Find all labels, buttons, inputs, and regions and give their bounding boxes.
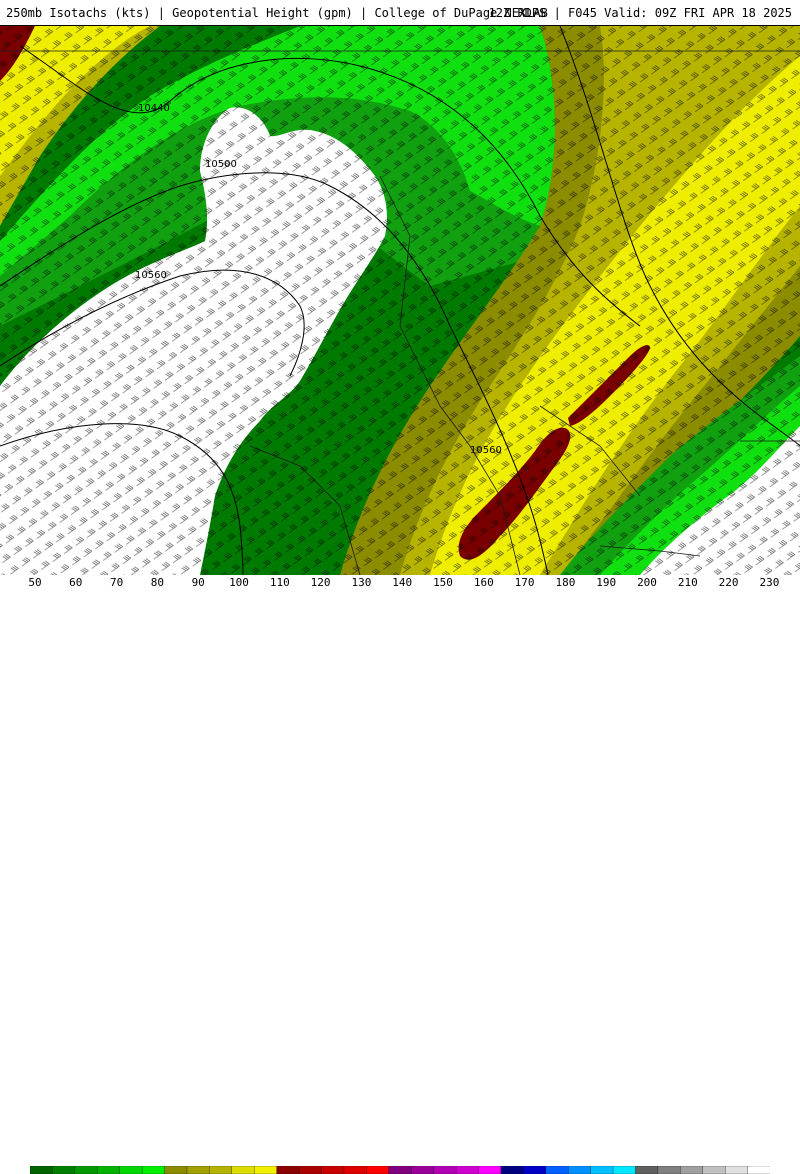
colorbar-swatch bbox=[747, 1166, 770, 1174]
colorbar-legend: 50 60 70 80 90 100 110 120 130 140 150 160 170 180 190… bbox=[0, 575, 800, 1174]
map-header: 250mb Isotachs (kts) | Geopotential Heig… bbox=[0, 0, 800, 26]
colorbar-swatch bbox=[680, 1166, 704, 1174]
contour-label: 10560 bbox=[470, 445, 502, 456]
colorbar-swatch bbox=[52, 1166, 76, 1174]
colorbar-tick-label: 100 bbox=[229, 576, 249, 589]
colorbar-tick-label: 110 bbox=[269, 576, 290, 589]
colorbar-swatch bbox=[186, 1166, 210, 1174]
colorbar-swatch bbox=[612, 1166, 636, 1174]
colorbar-tick-label: 230 bbox=[759, 576, 780, 589]
colorbar-swatch bbox=[254, 1166, 278, 1174]
wind-speed-map: 10440 10500 10560 10560 bbox=[0, 26, 800, 575]
colorbar-tick-label: 210 bbox=[677, 576, 698, 589]
colorbar-swatch bbox=[276, 1166, 300, 1174]
colorbar-swatch bbox=[119, 1166, 143, 1174]
colorbar-swatch bbox=[141, 1166, 165, 1174]
colorbar-swatch bbox=[568, 1166, 592, 1174]
colorbar-swatch bbox=[366, 1166, 390, 1174]
colorbar-tick-label: 90 bbox=[191, 576, 205, 589]
colorbar-swatch bbox=[455, 1166, 479, 1174]
colorbar-tick-label: 180 bbox=[555, 576, 576, 589]
colorbar-swatch bbox=[433, 1166, 457, 1174]
colorbar-swatch bbox=[231, 1166, 255, 1174]
colorbar-swatch bbox=[725, 1166, 749, 1174]
colorbar-tick-label: 190 bbox=[596, 576, 617, 589]
colorbar-tick-label: 220 bbox=[718, 576, 739, 589]
colorbar-swatch bbox=[635, 1166, 659, 1174]
colorbar-tick-label: 60 bbox=[69, 576, 83, 589]
colorbar-swatch bbox=[590, 1166, 614, 1174]
weather-map-frame: 250mb Isotachs (kts) | Geopotential Heig… bbox=[0, 0, 800, 1174]
colorbar-swatch bbox=[30, 1166, 53, 1174]
colorbar-tick-label: 200 bbox=[637, 576, 657, 589]
contour-label: 10440 bbox=[138, 103, 170, 114]
colorbar-tick-label: 80 bbox=[150, 576, 165, 589]
colorbar-swatch bbox=[500, 1166, 524, 1174]
contour-label: 10500 bbox=[205, 159, 237, 170]
colorbar bbox=[30, 1166, 770, 1174]
colorbar-swatch bbox=[164, 1166, 188, 1174]
colorbar-tick-label: 150 bbox=[433, 576, 453, 589]
colorbar-tick-label: 50 bbox=[28, 576, 42, 589]
wind-barb-overlay bbox=[0, 26, 800, 575]
colorbar-swatch bbox=[209, 1166, 233, 1174]
colorbar-tick-label: 170 bbox=[514, 576, 535, 589]
colorbar-tick-label: 160 bbox=[473, 576, 494, 589]
colorbar-tick-label: 140 bbox=[392, 576, 413, 589]
colorbar-swatch bbox=[388, 1166, 412, 1174]
colorbar-swatch bbox=[411, 1166, 435, 1174]
colorbar-swatch bbox=[298, 1166, 322, 1174]
colorbar-swatch bbox=[657, 1166, 681, 1174]
colorbar-swatch bbox=[545, 1166, 569, 1174]
colorbar-tick-label: 70 bbox=[109, 576, 124, 589]
colorbar-swatch bbox=[478, 1166, 502, 1174]
colorbar-swatch bbox=[523, 1166, 547, 1174]
colorbar-swatch bbox=[343, 1166, 367, 1174]
colorbar-tick-label: 130 bbox=[351, 576, 372, 589]
product-title: 250mb Isotachs (kts) | Geopotential Heig… bbox=[6, 6, 548, 20]
colorbar-swatch bbox=[321, 1166, 345, 1174]
colorbar-tick-label: 120 bbox=[310, 576, 331, 589]
model-run-valid-time: 12Z RDPS | F045 Valid: 09Z FRI APR 18 20… bbox=[488, 6, 792, 20]
colorbar-swatch bbox=[702, 1166, 726, 1174]
contour-label: 10560 bbox=[135, 270, 167, 281]
colorbar-swatch bbox=[74, 1166, 98, 1174]
colorbar-swatch bbox=[97, 1166, 121, 1174]
